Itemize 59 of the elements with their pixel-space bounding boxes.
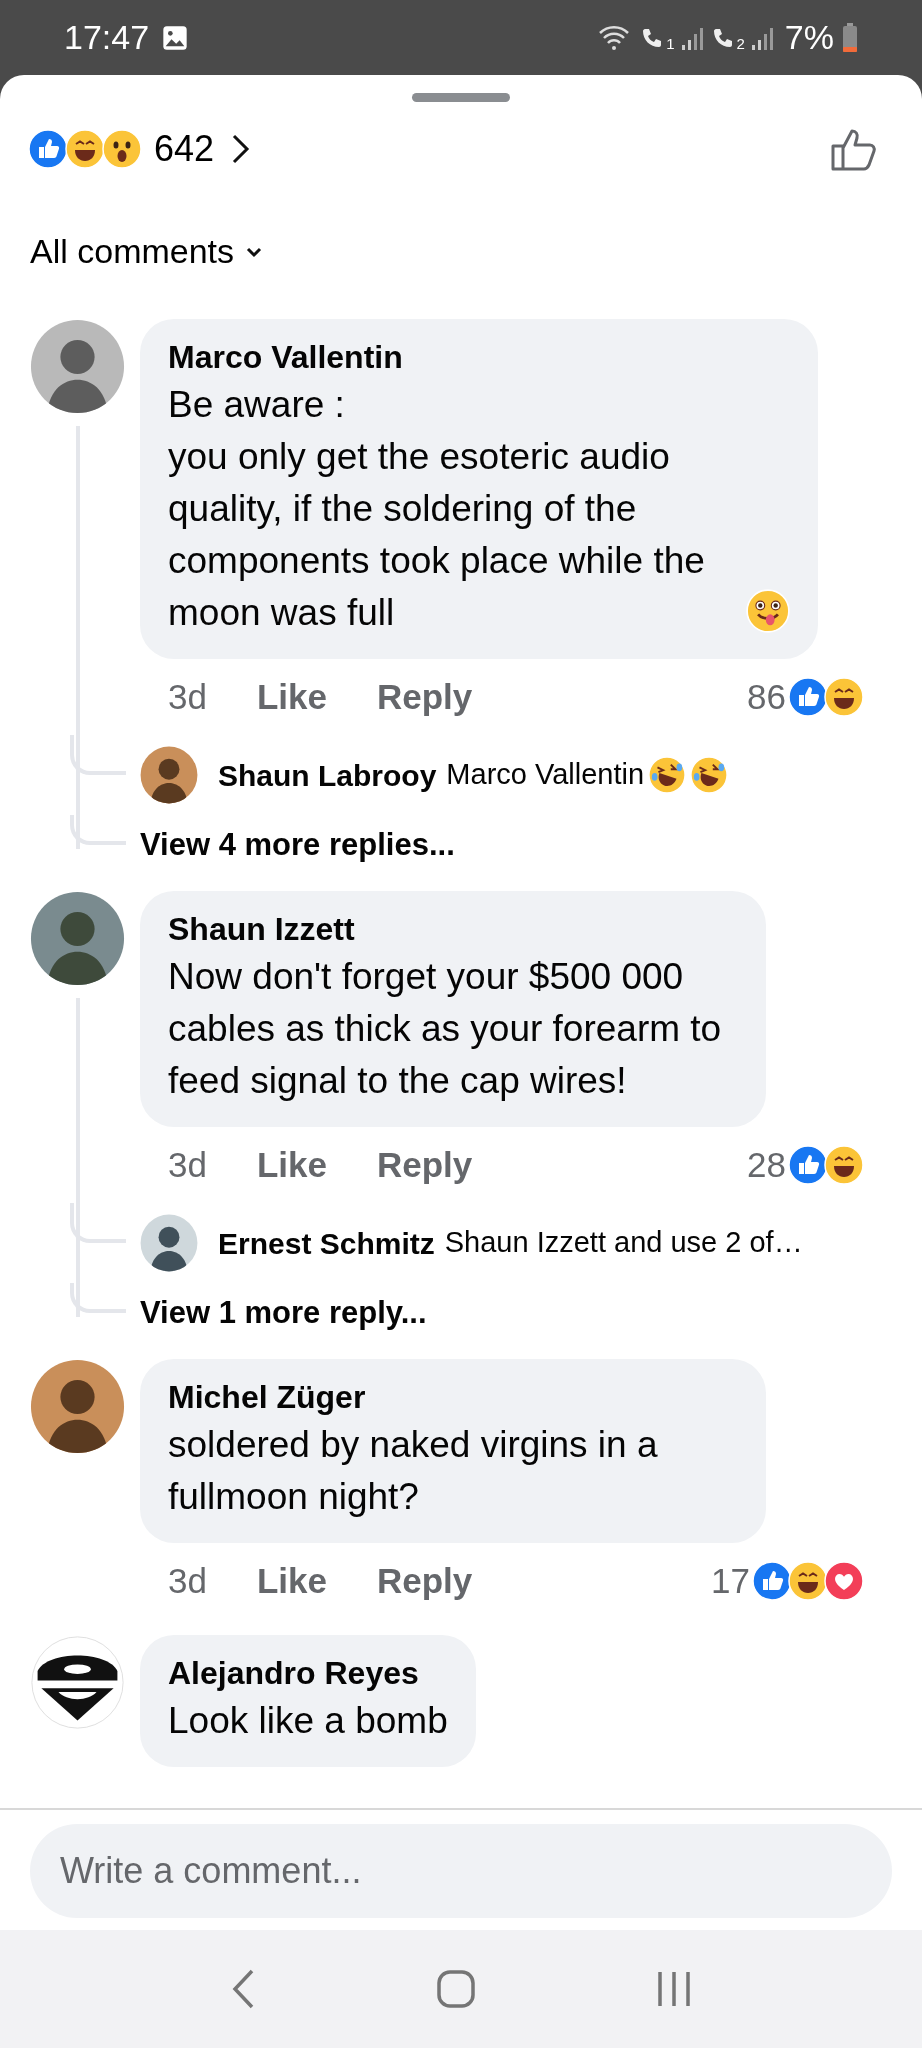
laughing-emoji-icon: [824, 677, 864, 717]
reactions-summary[interactable]: 642: [28, 122, 253, 176]
reaction-count: 17: [711, 1559, 750, 1602]
heart-reaction-icon: [824, 1561, 864, 1601]
comment-input-field[interactable]: Write a comment...: [30, 1824, 892, 1918]
comment-time: 3d: [168, 1559, 207, 1602]
clock: 17:47: [64, 17, 150, 58]
image-icon: [161, 23, 190, 52]
laughing-emoji-icon: [65, 129, 105, 169]
reaction-count: 28: [747, 1143, 786, 1186]
comment-time: 3d: [168, 1143, 207, 1186]
back-icon[interactable]: [230, 1968, 256, 2010]
battery-icon: [842, 22, 858, 53]
chevron-down-icon: [246, 245, 263, 258]
thread-connector: [70, 1203, 126, 1243]
reply-text: Shaun Izzett and use 2 of…: [444, 1225, 803, 1261]
comment-time: 3d: [168, 675, 207, 718]
sim-number: 2: [736, 35, 745, 51]
reply-link[interactable]: Reply: [377, 670, 473, 724]
surprised-emoji-icon: [102, 129, 142, 169]
thread-connector: [70, 1283, 126, 1313]
laughing-emoji-icon: [788, 1561, 828, 1601]
comment-text: Look like a bomb: [168, 1699, 448, 1743]
view-more-replies-link[interactable]: View 1 more reply...: [140, 1289, 427, 1337]
reply-text: Marco Vallentin: [446, 757, 645, 793]
signal-icon: [750, 26, 773, 51]
comment-author[interactable]: Shaun Izzett: [168, 907, 738, 951]
like-link[interactable]: Like: [256, 1138, 327, 1192]
like-link[interactable]: Like: [256, 1554, 327, 1608]
battery-percent: 7%: [784, 17, 834, 58]
sim-number: 1: [666, 35, 675, 51]
comment-author[interactable]: Michel Züger: [168, 1375, 738, 1419]
like-reaction-icon: [28, 129, 68, 169]
like-reaction-icon: [788, 677, 828, 717]
thread-connector: [70, 735, 126, 775]
thread-connector: [70, 815, 126, 845]
comment-text: Now don't forget your $500 000 cables as thick as your forearm to feed signal to the cap wires!: [168, 955, 723, 1103]
recent-apps-icon[interactable]: [656, 1970, 692, 2008]
comment-text: Be aware : you only get the esoteric audio quality, if the soldering of the components took place while the moon was full: [168, 383, 706, 635]
comment-author[interactable]: Marco Vallentin: [168, 335, 790, 379]
laughing-tears-emoji-icon: [648, 756, 687, 794]
reply-author[interactable]: Shaun Labrooy: [218, 752, 437, 798]
tongue-out-emoji-icon: [746, 589, 790, 633]
comments-filter-dropdown[interactable]: All comments: [0, 226, 293, 277]
laughing-emoji-icon: [824, 1145, 864, 1185]
reply-link[interactable]: Reply: [377, 1554, 473, 1608]
comment-text: soldered by naked virgins in a fullmoon night?: [168, 1423, 659, 1519]
reply-author[interactable]: Ernest Schmitz: [218, 1220, 435, 1266]
drag-handle[interactable]: [412, 93, 510, 102]
reaction-count: 86: [747, 675, 786, 718]
signal-icon: [680, 26, 703, 51]
reply-link[interactable]: Reply: [377, 1138, 473, 1192]
like-reaction-icon: [752, 1561, 792, 1601]
view-more-replies-link[interactable]: View 4 more replies...: [140, 821, 455, 869]
like-link[interactable]: Like: [256, 670, 327, 724]
home-icon[interactable]: [436, 1969, 476, 2009]
like-reaction-icon: [788, 1145, 828, 1185]
comment-author[interactable]: Alejandro Reyes: [168, 1651, 448, 1695]
laughing-tears-emoji-icon: [690, 756, 729, 794]
